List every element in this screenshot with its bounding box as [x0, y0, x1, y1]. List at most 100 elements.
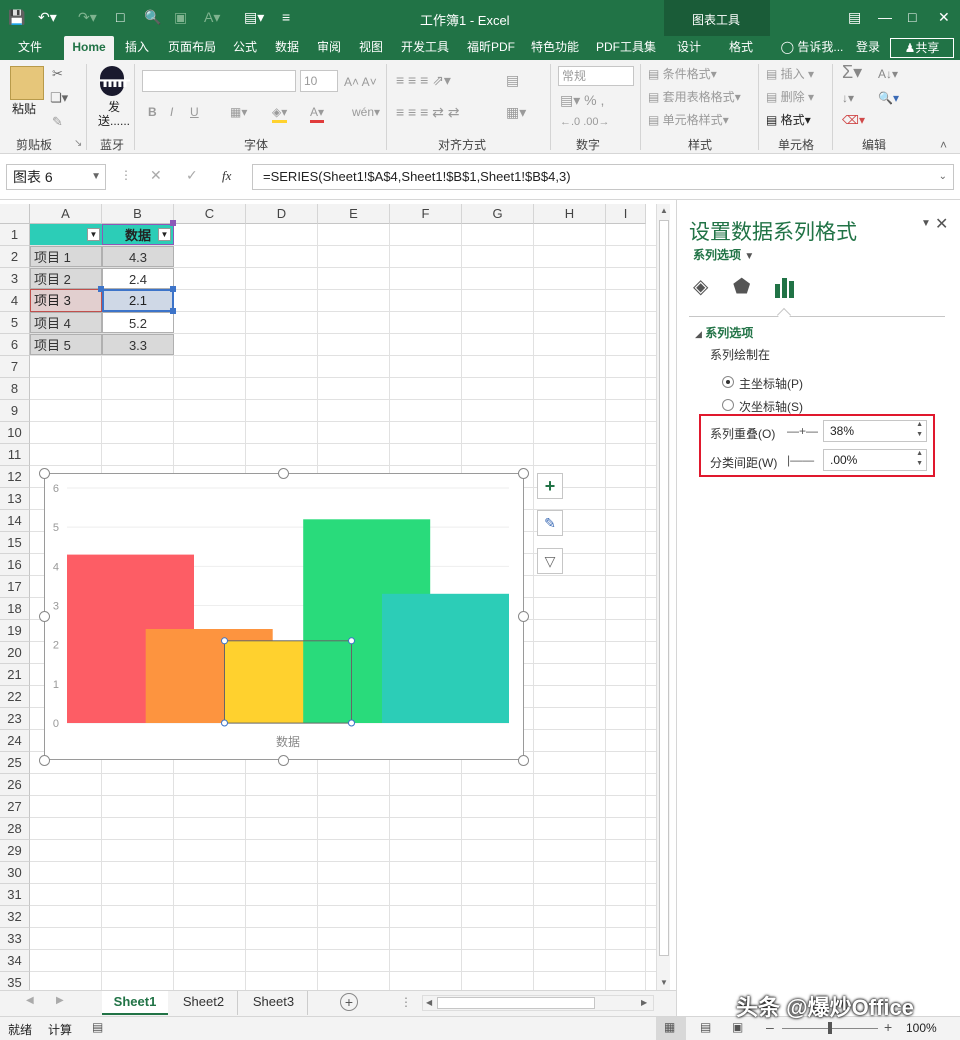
- series-overlap-input[interactable]: 38% ▲ ▼: [823, 420, 927, 442]
- series-options-section[interactable]: ◢ 系列选项: [695, 324, 753, 341]
- column-header[interactable]: I: [606, 204, 646, 224]
- tab-page-layout[interactable]: 页面布局: [162, 36, 222, 60]
- cell-b4[interactable]: 2.1: [102, 290, 174, 311]
- zoom-slider-thumb[interactable]: [828, 1022, 832, 1034]
- tab-view[interactable]: 视图: [352, 36, 390, 60]
- tab-foxit-pdf[interactable]: 福昕PDF: [460, 36, 522, 60]
- row-header[interactable]: 5: [0, 312, 30, 334]
- row-header[interactable]: 9: [0, 400, 30, 422]
- bar-5[interactable]: [382, 593, 509, 723]
- vertical-scrollbar[interactable]: ▲ ▼: [656, 204, 670, 990]
- chart-resize-handle-tr[interactable]: [518, 468, 529, 479]
- row-header[interactable]: 13: [0, 488, 30, 510]
- merge-icon[interactable]: ▦▾: [506, 104, 526, 120]
- cell-a4[interactable]: 项目 3: [34, 290, 94, 311]
- row-header[interactable]: 20: [0, 642, 30, 664]
- tab-pdf-tools[interactable]: PDF工具集: [590, 36, 662, 60]
- row-header[interactable]: 15: [0, 532, 30, 554]
- paste-label[interactable]: 粘贴: [12, 100, 36, 117]
- prev-sheet-icon[interactable]: ◀: [26, 995, 34, 1006]
- align-left-icons[interactable]: ≡ ≡ ≡ ⇄ ⇄: [396, 104, 460, 120]
- scroll-up-icon[interactable]: ▲: [660, 206, 668, 215]
- table-item-cell[interactable]: 项目 2: [30, 268, 102, 289]
- row-header[interactable]: 22: [0, 686, 30, 708]
- formula-input[interactable]: =SERIES(Sheet1!$A$4,Sheet1!$B$1,Sheet1!$…: [252, 164, 954, 190]
- row-header[interactable]: 28: [0, 818, 30, 840]
- range-handle[interactable]: [170, 308, 176, 314]
- row-header[interactable]: 23: [0, 708, 30, 730]
- decimal-icons[interactable]: ←.0 .00→: [560, 114, 610, 130]
- zoom-level[interactable]: 100%: [906, 1021, 937, 1035]
- row-header[interactable]: 14: [0, 510, 30, 532]
- page-layout-view-icon[interactable]: ▤: [700, 1020, 711, 1034]
- row-header[interactable]: 3: [0, 268, 30, 290]
- sign-in-link[interactable]: 登录: [850, 36, 886, 60]
- format-cells-button[interactable]: ▤ 格式▾: [766, 112, 811, 128]
- chart-resize-handle-b[interactable]: [278, 755, 289, 766]
- chart-styles-brush-icon[interactable]: ✎: [537, 510, 563, 536]
- chart-resize-handle-l[interactable]: [39, 611, 50, 622]
- secondary-axis-radio[interactable]: [722, 399, 734, 411]
- gap-width-input[interactable]: .00% ▲ ▼: [823, 449, 927, 471]
- tab-design[interactable]: 设计: [668, 36, 710, 60]
- sheet-tab-sheet2[interactable]: Sheet2: [170, 991, 238, 1015]
- row-header[interactable]: 35: [0, 972, 30, 990]
- row-header[interactable]: 29: [0, 840, 30, 862]
- autosum-icon[interactable]: Σ▾: [842, 63, 862, 81]
- cell-a1[interactable]: ▼: [30, 224, 102, 245]
- tell-me-box[interactable]: ◯ 告诉我...: [778, 36, 846, 60]
- column-header[interactable]: E: [318, 204, 390, 224]
- ribbon-display-icon[interactable]: ▤: [848, 7, 861, 27]
- filter-dropdown-icon[interactable]: ▼: [87, 228, 100, 241]
- chart-elements-plus-icon[interactable]: +: [537, 473, 563, 499]
- sort-filter-icon[interactable]: A↓▾: [878, 66, 898, 82]
- sheet-tab-sheet1[interactable]: Sheet1: [102, 991, 168, 1015]
- cell-b1[interactable]: 数据 ▼: [102, 224, 174, 245]
- chart-resize-handle-br[interactable]: [518, 755, 529, 766]
- page-break-view-icon[interactable]: ▣: [732, 1020, 743, 1034]
- series-selection-handle[interactable]: [348, 719, 355, 727]
- expand-formula-icon[interactable]: ⌄: [939, 165, 947, 189]
- number-format-select[interactable]: 常规: [558, 66, 634, 86]
- phonetic-icon[interactable]: wén▾: [352, 104, 380, 120]
- italic-button[interactable]: I: [170, 104, 173, 120]
- tab-home[interactable]: Home: [64, 36, 114, 60]
- range-handle[interactable]: [170, 220, 176, 226]
- paste-special-icon[interactable]: ▤▾: [244, 7, 264, 27]
- chart-resize-handle-r[interactable]: [518, 611, 529, 622]
- chart-resize-handle-t[interactable]: [278, 468, 289, 479]
- camera-icon[interactable]: ▣: [174, 7, 187, 27]
- table-item-cell[interactable]: 项目 4: [30, 312, 102, 333]
- chart-resize-handle-bl[interactable]: [39, 755, 50, 766]
- range-handle[interactable]: [170, 286, 176, 292]
- spinner-arrows-icon[interactable]: ▲ ▼: [916, 420, 923, 440]
- row-header[interactable]: 21: [0, 664, 30, 686]
- column-header[interactable]: B: [102, 204, 174, 224]
- insert-function-icon[interactable]: fx: [222, 168, 231, 184]
- column-header[interactable]: D: [246, 204, 318, 224]
- font-name-select[interactable]: [142, 70, 296, 92]
- row-header[interactable]: 8: [0, 378, 30, 400]
- row-header[interactable]: 27: [0, 796, 30, 818]
- cancel-entry-icon[interactable]: ✕: [150, 167, 162, 184]
- customize-qat-icon[interactable]: ≡: [282, 7, 290, 27]
- clear-icon[interactable]: ⌫▾: [842, 112, 865, 128]
- series-selection-handle[interactable]: [348, 637, 355, 645]
- row-header[interactable]: 30: [0, 862, 30, 884]
- format-as-table-button[interactable]: ▤ 套用表格格式▾: [648, 89, 741, 105]
- chart-object[interactable]: 0 1 2 3 4 5 6 数据: [44, 473, 524, 760]
- underline-button[interactable]: U: [190, 104, 199, 120]
- bluetooth-icon[interactable]: ᚅ: [100, 66, 130, 96]
- column-header[interactable]: G: [462, 204, 534, 224]
- maximize-icon[interactable]: □: [908, 7, 916, 27]
- table-value-cell[interactable]: 4.3: [102, 246, 174, 267]
- table-value-cell[interactable]: 5.2: [102, 312, 174, 333]
- format-painter-icon[interactable]: ✎: [52, 114, 63, 130]
- conditional-format-button[interactable]: ▤ 条件格式▾: [648, 66, 717, 82]
- cell-styles-button[interactable]: ▤ 单元格样式▾: [648, 112, 729, 128]
- row-header[interactable]: 25: [0, 752, 30, 774]
- redo-icon[interactable]: ↷▾: [78, 7, 97, 27]
- row-header[interactable]: 7: [0, 356, 30, 378]
- horizontal-scroll-thumb[interactable]: [437, 997, 595, 1009]
- table-value-cell[interactable]: 3.3: [102, 334, 174, 355]
